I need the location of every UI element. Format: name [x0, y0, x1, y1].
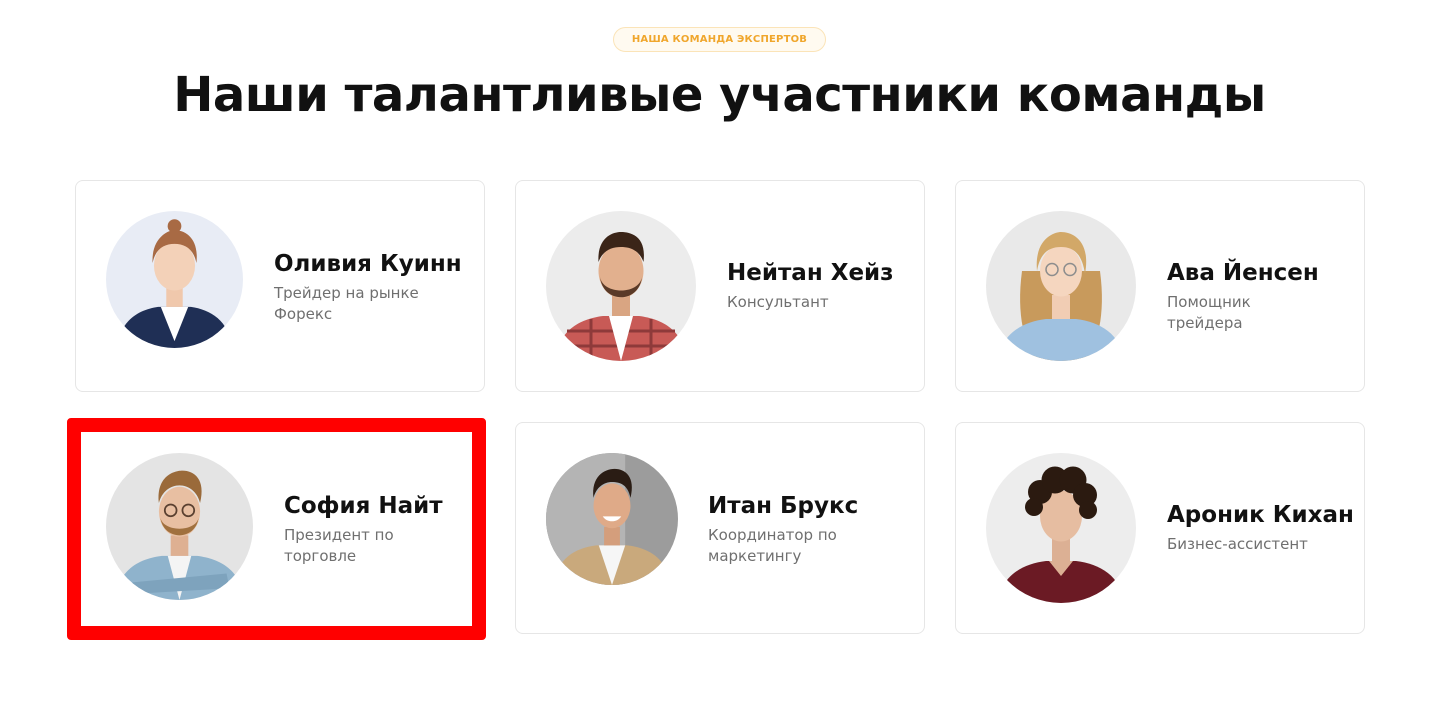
- member-photo: [546, 453, 678, 585]
- member-photo: [106, 211, 243, 348]
- member-name: Оливия Куинн: [274, 251, 462, 277]
- member-name: Ава Йенсен: [1167, 260, 1319, 286]
- team-member-card[interactable]: Нейтан Хейз Консультант: [515, 180, 925, 392]
- team-member-card[interactable]: Итан Брукс Координатор по маркетингу: [515, 422, 925, 634]
- member-role: Бизнес-ассистент: [1167, 535, 1308, 553]
- team-member-card[interactable]: София Найт Президент по торговле: [75, 422, 485, 634]
- member-name: Ароник Кихан: [1167, 502, 1354, 528]
- member-photo: [986, 211, 1136, 361]
- member-name: София Найт: [284, 493, 443, 519]
- section-badge: НАША КОМАНДА ЭКСПЕРТОВ: [613, 27, 826, 52]
- member-photo: [546, 211, 696, 361]
- member-role: Консультант: [727, 293, 829, 311]
- member-photo: [986, 453, 1136, 603]
- member-name: Нейтан Хейз: [727, 260, 894, 286]
- member-photo: [106, 453, 253, 600]
- member-role: Трейдер на рынке Форекс: [274, 284, 419, 323]
- team-member-card[interactable]: Ава Йенсен Помощник трейдера: [955, 180, 1365, 392]
- member-role: Координатор по маркетингу: [708, 526, 837, 565]
- team-member-card[interactable]: Ароник Кихан Бизнес-ассистент: [955, 422, 1365, 634]
- section-title: Наши талантливые участники команды: [173, 67, 1266, 123]
- member-name: Итан Брукс: [708, 493, 859, 519]
- member-role: Президент по торговле: [284, 526, 394, 565]
- member-role: Помощник трейдера: [1167, 293, 1251, 332]
- team-member-card[interactable]: Оливия Куинн Трейдер на рынке Форекс: [75, 180, 485, 392]
